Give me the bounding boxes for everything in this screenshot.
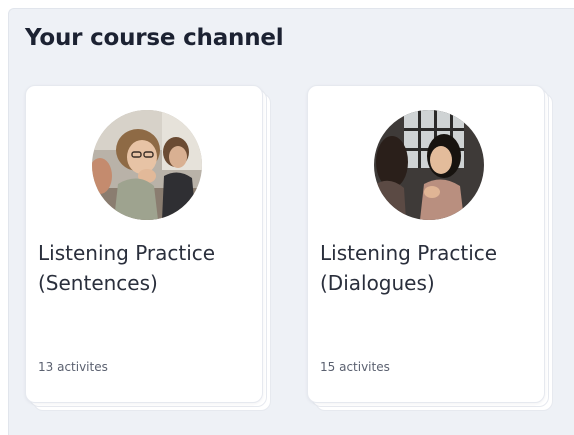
course-title-line: (Dialogues) bbox=[320, 271, 435, 295]
course-title-line: Listening Practice bbox=[38, 241, 216, 265]
students-listening-photo-icon bbox=[92, 110, 202, 220]
course-thumbnail bbox=[374, 110, 484, 220]
course-title: Listening Practice (Dialogues) bbox=[320, 238, 534, 298]
activities-count: 15 activites bbox=[320, 360, 390, 374]
people-conversing-photo-icon bbox=[374, 110, 484, 220]
course-card-stack: Listening Practice (Sentences) 13 activi… bbox=[25, 85, 271, 411]
course-card-listening-sentences[interactable]: Listening Practice (Sentences) 13 activi… bbox=[25, 85, 263, 403]
course-title-line: Listening Practice bbox=[320, 241, 498, 265]
activities-count: 13 activites bbox=[38, 360, 108, 374]
course-title-line: (Sentences) bbox=[38, 271, 158, 295]
section-title: Your course channel bbox=[25, 25, 284, 51]
course-channel-panel: Your course channel Listening Practice (… bbox=[8, 8, 574, 435]
course-title: Listening Practice (Sentences) bbox=[38, 238, 252, 298]
course-card-listening-dialogues[interactable]: Listening Practice (Dialogues) 15 activi… bbox=[307, 85, 545, 403]
course-card-stack: Listening Practice (Dialogues) 15 activi… bbox=[307, 85, 553, 411]
course-thumbnail bbox=[92, 110, 202, 220]
